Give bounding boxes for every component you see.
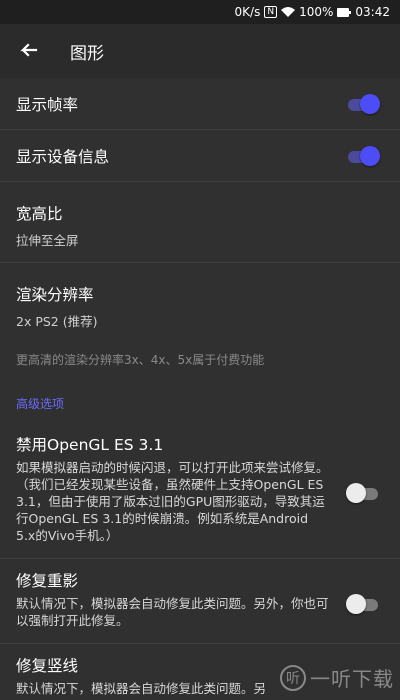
fix-shadow-row[interactable]: 修复重影 默认情况下，模拟器会自动修复此类问题。另外，你也可以强制打开此修复。 xyxy=(0,559,400,644)
show-fps-toggle[interactable] xyxy=(346,93,380,114)
app-bar: 图形 xyxy=(0,24,400,78)
show-device-info-toggle[interactable] xyxy=(346,145,380,166)
watermark-logo-icon: 听 xyxy=(280,664,306,691)
show-device-info-label: 显示设备信息 xyxy=(16,147,110,166)
fix-shadow-label: 修复重影 xyxy=(16,572,79,590)
render-resolution-row[interactable]: 渲染分辨率 2x PS2 (推荐) xyxy=(0,263,400,335)
settings-list: 显示帧率 显示设备信息 宽高比 拉伸至全屏 渲染分辨率 2x PS2 (推荐) … xyxy=(0,78,400,700)
fix-shadow-toggle[interactable] xyxy=(346,594,380,614)
watermark: 听 一听下载 xyxy=(280,663,394,692)
battery-icon xyxy=(337,7,352,17)
page-title: 图形 xyxy=(70,43,104,64)
clock: 03:42 xyxy=(355,5,390,19)
status-bar: 0K/s N 100% 03:42 xyxy=(0,0,400,24)
aspect-ratio-row[interactable]: 宽高比 拉伸至全屏 xyxy=(0,182,400,263)
wifi-icon xyxy=(281,7,296,17)
show-device-info-row[interactable]: 显示设备信息 xyxy=(0,130,400,182)
render-resolution-label: 渲染分辨率 xyxy=(16,286,94,304)
disable-opengl-row[interactable]: 禁用OpenGL ES 3.1 如果模拟器启动的时候闪退，可以打开此项来尝试修复… xyxy=(0,423,400,559)
arrow-back-icon xyxy=(20,43,38,57)
fix-shadow-description: 默认情况下，模拟器会自动修复此类问题。另外，你也可以强制打开此修复。 xyxy=(16,596,329,628)
show-fps-row[interactable]: 显示帧率 xyxy=(0,78,400,130)
battery-percent: 100% xyxy=(299,5,334,19)
disable-opengl-label: 禁用OpenGL ES 3.1 xyxy=(16,436,164,454)
render-resolution-value: 2x PS2 (推荐) xyxy=(16,314,98,329)
show-fps-label: 显示帧率 xyxy=(16,95,79,114)
back-button[interactable] xyxy=(8,31,48,71)
net-speed: 0K/s xyxy=(234,5,261,19)
watermark-text: 一听下载 xyxy=(310,667,394,691)
nfc-icon: N xyxy=(264,6,278,18)
disable-opengl-toggle[interactable] xyxy=(346,483,380,503)
aspect-ratio-value: 拉伸至全屏 xyxy=(16,233,79,248)
aspect-ratio-label: 宽高比 xyxy=(16,205,63,223)
disable-opengl-description: 如果模拟器启动的时候闪退，可以打开此项来尝试修复。（我们已经发现某些设备，虽然硬… xyxy=(16,460,329,543)
advanced-section-header: 高级选项 xyxy=(16,396,65,411)
resolution-note: 更高清的渲染分辨率3x、4x、5x属于付费功能 xyxy=(16,352,265,367)
